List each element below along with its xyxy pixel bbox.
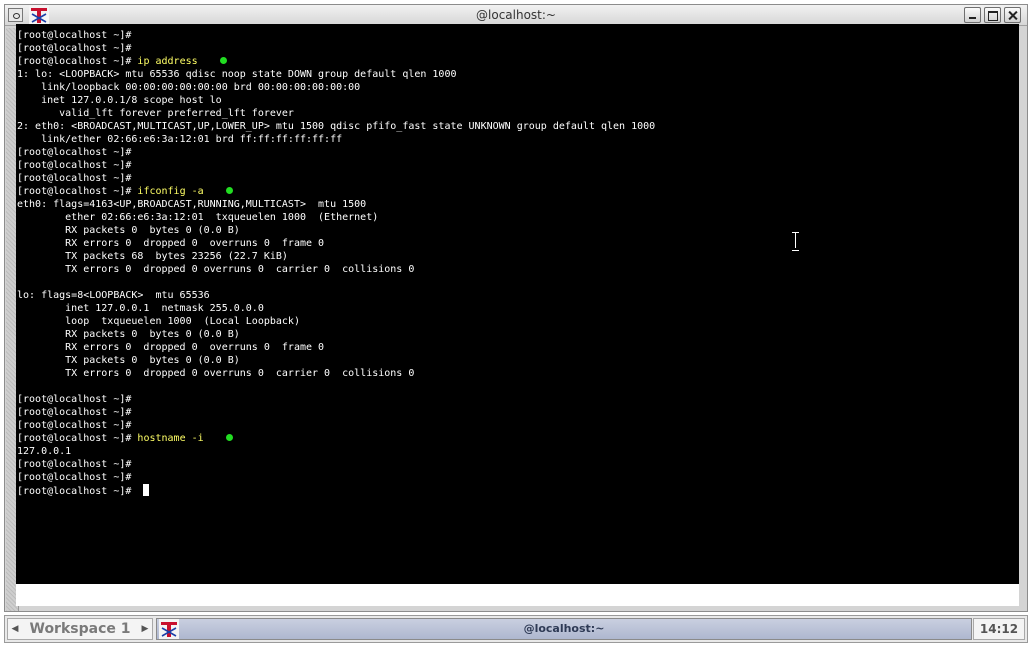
taskbar: ◀ Workspace 1 ▶ @localhost:~ 14:12 — [4, 615, 1028, 643]
terminal-line-text: link/loopback 00:00:00:00:00:00 brd 00:0… — [17, 82, 361, 93]
terminal-command: ip address — [137, 56, 198, 67]
terminal-line: [root@localhost ~]# hostname -i — [17, 432, 655, 445]
terminal-line: eth0: flags=4163<UP,BROADCAST,RUNNING,MU… — [17, 198, 655, 211]
terminal-line: 127.0.0.1 — [17, 445, 655, 458]
window-controls — [964, 7, 1021, 23]
terminal-line-text: ether 02:66:e6:3a:12:01 txqueuelen 1000 … — [17, 212, 379, 223]
terminal-line: valid_lft forever preferred_lft forever — [17, 107, 655, 120]
terminal-line-text: 1: lo: <LOOPBACK> mtu 65536 qdisc noop s… — [17, 69, 457, 80]
terminal-line-text: valid_lft forever preferred_lft forever — [17, 108, 294, 119]
terminal-line-text: inet 127.0.0.1/8 scope host lo — [17, 95, 222, 106]
terminal-line: [root@localhost ~]# — [17, 146, 655, 159]
terminal-line: 1: lo: <LOOPBACK> mtu 65536 qdisc noop s… — [17, 68, 655, 81]
terminal-line-text: RX packets 0 bytes 0 (0.0 B) — [17, 329, 240, 340]
command-marker-icon — [219, 57, 227, 64]
window-title: @localhost:~ — [476, 8, 556, 22]
terminal-line-text: [root@localhost ~]# — [17, 30, 132, 41]
terminal-line: [root@localhost ~]# — [17, 471, 655, 484]
command-marker-icon — [225, 434, 233, 441]
terminal-line: ether 02:66:e6:3a:12:01 txqueuelen 1000 … — [17, 211, 655, 224]
terminal-line-text: [root@localhost ~]# — [17, 433, 138, 444]
minimize-button[interactable] — [964, 7, 981, 23]
terminal-line: [root@localhost ~]# ifconfig -a — [17, 185, 655, 198]
terminal-line: [root@localhost ~]# — [17, 172, 655, 185]
terminal-line-text: [root@localhost ~]# — [17, 43, 132, 54]
workspace-label: Workspace 1 — [29, 621, 131, 637]
terminal-line-text: [root@localhost ~]# — [17, 420, 132, 431]
terminal-line: inet 127.0.0.1/8 scope host lo — [17, 94, 655, 107]
terminal-line-text: [root@localhost ~]# — [17, 56, 138, 67]
terminal-line-text: loop txqueuelen 1000 (Local Loopback) — [17, 316, 300, 327]
terminal-line-text: [root@localhost ~]# — [17, 472, 132, 483]
terminal-command: ifconfig -a — [137, 186, 204, 197]
terminal-line: loop txqueuelen 1000 (Local Loopback) — [17, 315, 655, 328]
terminal-line-text: lo: flags=8<LOOPBACK> mtu 65536 — [17, 290, 210, 301]
text-cursor-icon — [791, 232, 800, 251]
terminal-line: RX packets 0 bytes 0 (0.0 B) — [17, 224, 655, 237]
terminal-line-text: RX packets 0 bytes 0 (0.0 B) — [17, 225, 240, 236]
terminal-line: RX errors 0 dropped 0 overruns 0 frame 0 — [17, 237, 655, 250]
terminal-line-text: [root@localhost ~]# — [17, 147, 132, 158]
taskbar-task-terminal[interactable]: @localhost:~ — [156, 618, 972, 640]
terminal-line: link/loopback 00:00:00:00:00:00 brd 00:0… — [17, 81, 655, 94]
terminal-line-text: RX errors 0 dropped 0 overruns 0 frame 0 — [17, 342, 325, 353]
command-marker-icon — [225, 187, 233, 194]
terminal-line: [root@localhost ~]# — [17, 42, 655, 55]
close-button[interactable] — [1004, 7, 1021, 23]
clock: 14:12 — [973, 618, 1025, 640]
terminal-line: lo: flags=8<LOOPBACK> mtu 65536 — [17, 289, 655, 302]
terminal-line: inet 127.0.0.1 netmask 255.0.0.0 — [17, 302, 655, 315]
task-label: @localhost:~ — [523, 622, 605, 635]
terminal-line: RX packets 0 bytes 0 (0.0 B) — [17, 328, 655, 341]
terminal-line: [root@localhost ~]# — [17, 29, 655, 42]
terminal-line-text: TX errors 0 dropped 0 overruns 0 carrier… — [17, 264, 415, 275]
terminal-line-text: [root@localhost ~]# — [17, 186, 138, 197]
workspace-switcher[interactable]: ◀ Workspace 1 ▶ — [7, 618, 153, 640]
maximize-button[interactable] — [984, 7, 1001, 23]
terminal-output[interactable]: [root@localhost ~]# [root@localhost ~]# [r… — [16, 24, 1019, 584]
next-workspace-icon[interactable]: ▶ — [138, 624, 152, 634]
terminal-line-text: TX packets 0 bytes 0 (0.0 B) — [17, 355, 240, 366]
terminal-command: hostname -i — [137, 433, 204, 444]
terminal-line-text: RX errors 0 dropped 0 overruns 0 frame 0 — [17, 238, 325, 249]
terminal-line-text: [root@localhost ~]# — [17, 407, 132, 418]
terminal-line-text: [root@localhost ~]# — [17, 173, 132, 184]
terminal-line: [root@localhost ~]# — [17, 458, 655, 471]
terminal-line-text: eth0: flags=4163<UP,BROADCAST,RUNNING,MU… — [17, 199, 367, 210]
prev-workspace-icon[interactable]: ◀ — [8, 624, 22, 634]
terminal-line-text: 127.0.0.1 — [17, 446, 72, 457]
terminal-line-text: TX errors 0 dropped 0 overruns 0 carrier… — [17, 368, 415, 379]
terminal-line: TX packets 0 bytes 0 (0.0 B) — [17, 354, 655, 367]
terminal-line: TX errors 0 dropped 0 overruns 0 carrier… — [17, 263, 655, 276]
terminal-line: 2: eth0: <BROADCAST,MULTICAST,UP,LOWER_U… — [17, 120, 655, 133]
terminal-line: [root@localhost ~]# — [17, 159, 655, 172]
terminal-line-text: inet 127.0.0.1 netmask 255.0.0.0 — [17, 303, 264, 314]
terminal-line: link/ether 02:66:e6:3a:12:01 brd ff:ff:f… — [17, 133, 655, 146]
terminal-line: [root@localhost ~]# — [17, 419, 655, 432]
terminal-line-text: link/ether 02:66:e6:3a:12:01 brd ff:ff:f… — [17, 134, 343, 145]
terminal-line: [root@localhost ~]# ip address — [17, 55, 655, 68]
terminal-line-text: [root@localhost ~]# — [17, 394, 132, 405]
terminal-line: [root@localhost ~]# — [17, 393, 655, 406]
terminal-line: TX packets 68 bytes 23256 (22.7 KiB) — [17, 250, 655, 263]
terminal-padding — [16, 584, 1019, 606]
block-cursor — [143, 484, 150, 496]
terminal-line: [root@localhost ~]# — [17, 406, 655, 419]
terminal-line-text: [root@localhost ~]# — [17, 459, 132, 470]
terminal-line-text: 2: eth0: <BROADCAST,MULTICAST,UP,LOWER_U… — [17, 121, 656, 132]
terminal-line-text: [root@localhost ~]# — [17, 160, 132, 171]
terminal-line-text: TX packets 68 bytes 23256 (22.7 KiB) — [17, 251, 288, 262]
terminal-lines: [root@localhost ~]# [root@localhost ~]# [r… — [17, 29, 655, 497]
terminal-line-text: [root@localhost ~]# — [17, 486, 138, 497]
terminal-line: [root@localhost ~]# — [17, 484, 655, 497]
terminal-line: RX errors 0 dropped 0 overruns 0 frame 0 — [17, 341, 655, 354]
title-bar[interactable]: @localhost:~ — [5, 5, 1027, 26]
terminal-line: TX errors 0 dropped 0 overruns 0 carrier… — [17, 367, 655, 380]
